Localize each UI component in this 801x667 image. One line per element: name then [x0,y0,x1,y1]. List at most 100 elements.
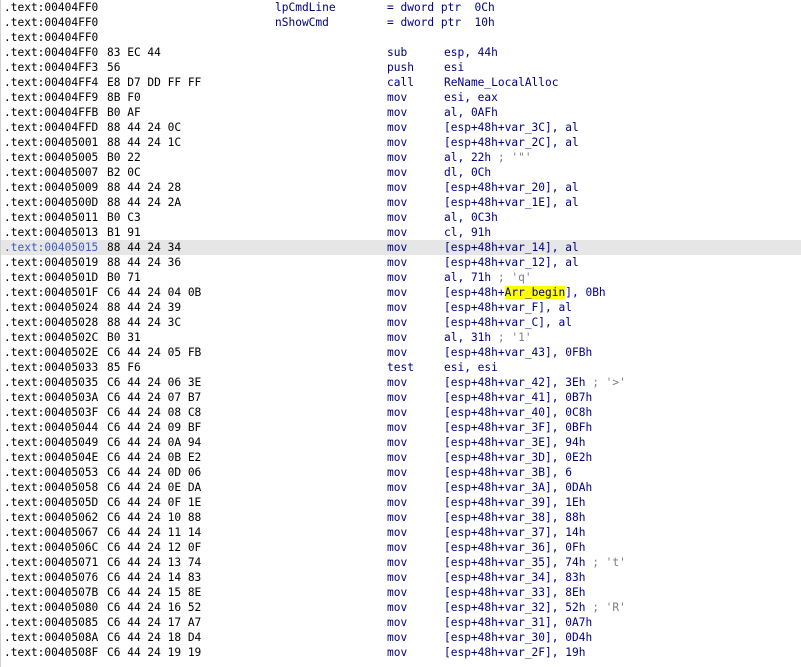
mnemonic[interactable]: mov [387,255,407,270]
disassembly-listing[interactable]: .text:00404FF0 lpCmdLine = dword ptr 0Ch .t… [0,0,801,667]
listing-line[interactable]: .text:00404FF0 nShowCmd = dword ptr 10h [1,15,801,30]
operands[interactable]: [esp+48h+var_42], 3Eh ; '>' [444,375,626,390]
operands[interactable]: al, 31h ; '1' [444,330,532,345]
operands[interactable]: ReName_LocalAlloc [444,75,559,90]
mnemonic[interactable]: mov [387,600,407,615]
mnemonic[interactable]: push [387,60,414,75]
instruction-line[interactable]: .text:00405049 C6 44 24 0A 94 mov [esp+48h+… [1,435,801,450]
instruction-line[interactable]: .text:00404FF4 E8 D7 DD FF FF call ReName_L… [1,75,801,90]
mnemonic[interactable]: mov [387,210,407,225]
operands[interactable]: [esp+48h+var_14], al [444,240,579,255]
operands[interactable]: [esp+48h+var_12], al [444,255,579,270]
mnemonic[interactable]: mov [387,300,407,315]
mnemonic[interactable]: mov [387,90,407,105]
mnemonic[interactable]: mov [387,285,407,300]
instruction-line[interactable]: .text:0040508A C6 44 24 18 D4 mov [esp+48h+… [1,630,801,645]
instruction-line[interactable]: .text:00405058 C6 44 24 0E DA mov [esp+48h+… [1,480,801,495]
mnemonic[interactable]: mov [387,645,407,660]
instruction-line[interactable]: .text:00405007 B2 0C mov dl, 0Ch [1,165,801,180]
mnemonic[interactable]: mov [387,525,407,540]
operands[interactable]: [esp+48h+var_2C], al [444,135,579,150]
operands[interactable]: [esp+48h+var_33], 8Eh [444,585,585,600]
mnemonic[interactable]: mov [387,630,407,645]
instruction-line[interactable]: .text:0040506C C6 44 24 12 0F mov [esp+48h+… [1,540,801,555]
instruction-line[interactable]: .text:00404FFD 88 44 24 0C mov [esp+48h+var… [1,120,801,135]
operands[interactable]: [esp+48h+var_37], 14h [444,525,585,540]
mnemonic[interactable]: mov [387,540,407,555]
mnemonic[interactable]: mov [387,435,407,450]
instruction-line[interactable]: .text:00405005 B0 22 mov al, 22h ; '"' [1,150,801,165]
operands[interactable]: [esp+48h+var_3F], 0BFh [444,420,592,435]
operands[interactable]: al, 71h ; 'q' [444,270,532,285]
mnemonic[interactable]: test [387,360,414,375]
instruction-line[interactable]: .text:0040501D B0 71 mov al, 71h ; 'q' [1,270,801,285]
instruction-line[interactable]: .text:00405013 B1 91 mov cl, 91h [1,225,801,240]
mnemonic[interactable]: mov [387,375,407,390]
instruction-line[interactable]: .text:00405035 C6 44 24 06 3E mov [esp+48h+… [1,375,801,390]
mnemonic[interactable]: mov [387,450,407,465]
instruction-line[interactable]: .text:00405024 88 44 24 39 mov [esp+48h+var… [1,300,801,315]
mnemonic[interactable]: mov [387,555,407,570]
instruction-line[interactable]: .text:00405067 C6 44 24 11 14 mov [esp+48h+… [1,525,801,540]
instruction-line[interactable]: .text:0040505D C6 44 24 0F 1E mov [esp+48h+… [1,495,801,510]
instruction-line[interactable]: .text:00405044 C6 44 24 09 BF mov [esp+48h+… [1,420,801,435]
instruction-line[interactable]: .text:00404FF3 56 push esi [1,60,801,75]
instruction-line[interactable]: .text:00405011 B0 C3 mov al, 0C3h [1,210,801,225]
mnemonic[interactable]: mov [387,105,407,120]
operands[interactable]: [esp+48h+var_3E], 94h [444,435,585,450]
mnemonic[interactable]: mov [387,390,407,405]
operands[interactable]: [esp+48h+var_32], 52h ; 'R' [444,600,626,615]
operands[interactable]: [esp+48h+var_36], 0Fh [444,540,585,555]
stack-var-name[interactable]: nShowCmd [275,15,329,30]
operands[interactable]: [esp+48h+var_35], 74h ; 't' [444,555,626,570]
instruction-line[interactable]: .text:00405009 88 44 24 28 mov [esp+48h+var… [1,180,801,195]
instruction-line[interactable]: .text:0040503F C6 44 24 08 C8 mov [esp+48h+… [1,405,801,420]
operands[interactable]: esi, esi [444,360,498,375]
mnemonic[interactable]: mov [387,135,407,150]
instruction-line[interactable]: .text:00404FFB B0 AF mov al, 0AFh [1,105,801,120]
mnemonic[interactable]: sub [387,45,407,60]
mnemonic[interactable]: mov [387,225,407,240]
instruction-line[interactable]: .text:0040508F C6 44 24 19 19 mov [esp+48h+… [1,645,801,660]
listing-line[interactable]: .text:00404FF0 [1,30,801,45]
operands[interactable]: al, 22h ; '"' [444,150,532,165]
operands[interactable]: esi, eax [444,90,498,105]
mnemonic[interactable]: mov [387,345,407,360]
operands[interactable]: [esp+48h+var_38], 88h [444,510,585,525]
operands[interactable]: [esp+48h+var_3A], 0DAh [444,480,592,495]
mnemonic[interactable]: mov [387,240,407,255]
mnemonic[interactable]: mov [387,315,407,330]
instruction-line[interactable]: .text:0040502C B0 31 mov al, 31h ; '1' [1,330,801,345]
operands[interactable]: esi [444,60,464,75]
instruction-line[interactable]: .text:00405062 C6 44 24 10 88 mov [esp+48h+… [1,510,801,525]
mnemonic[interactable]: mov [387,165,407,180]
instruction-line[interactable]: .text:00405076 C6 44 24 14 83 mov [esp+48h+… [1,570,801,585]
instruction-line[interactable]: .text:00405001 88 44 24 1C mov [esp+48h+var… [1,135,801,150]
instruction-line[interactable]: .text:00405033 85 F6 test esi, esi [1,360,801,375]
instruction-line[interactable]: .text:00405028 88 44 24 3C mov [esp+48h+var… [1,315,801,330]
instruction-line[interactable]: .text:0040502E C6 44 24 05 FB mov [esp+48h+… [1,345,801,360]
mnemonic[interactable]: mov [387,120,407,135]
instruction-line[interactable]: .text:00405053 C6 44 24 0D 06 mov [esp+48h+… [1,465,801,480]
mnemonic[interactable]: mov [387,330,407,345]
instruction-line[interactable]: .text:0040507B C6 44 24 15 8E mov [esp+48h+… [1,585,801,600]
instruction-line[interactable]: .text:00405080 C6 44 24 16 52 mov [esp+48h+… [1,600,801,615]
operands[interactable]: [esp+48h+var_39], 1Eh [444,495,585,510]
operands[interactable]: [esp+48h+Arr_begin], 0Bh [444,285,606,300]
mnemonic[interactable]: mov [387,150,407,165]
operands[interactable]: [esp+48h+var_34], 83h [444,570,585,585]
mnemonic[interactable]: mov [387,270,407,285]
instruction-line[interactable]: .text:0040503A C6 44 24 07 B7 mov [esp+48h+… [1,390,801,405]
operands[interactable]: [esp+48h+var_1E], al [444,195,579,210]
operands[interactable]: [esp+48h+var_F], al [444,300,572,315]
instruction-line[interactable]: .text:0040504E C6 44 24 0B E2 mov [esp+48h+… [1,450,801,465]
operands[interactable]: al, 0AFh [444,105,498,120]
operands[interactable]: [esp+48h+var_40], 0C8h [444,405,592,420]
operands[interactable]: [esp+48h+var_3D], 0E2h [444,450,592,465]
mnemonic[interactable]: mov [387,420,407,435]
operands[interactable]: al, 0C3h [444,210,498,225]
listing-line[interactable]: .text:00404FF0 lpCmdLine = dword ptr 0Ch [1,0,801,15]
operands[interactable]: esp, 44h [444,45,498,60]
mnemonic[interactable]: mov [387,405,407,420]
mnemonic[interactable]: call [387,75,414,90]
